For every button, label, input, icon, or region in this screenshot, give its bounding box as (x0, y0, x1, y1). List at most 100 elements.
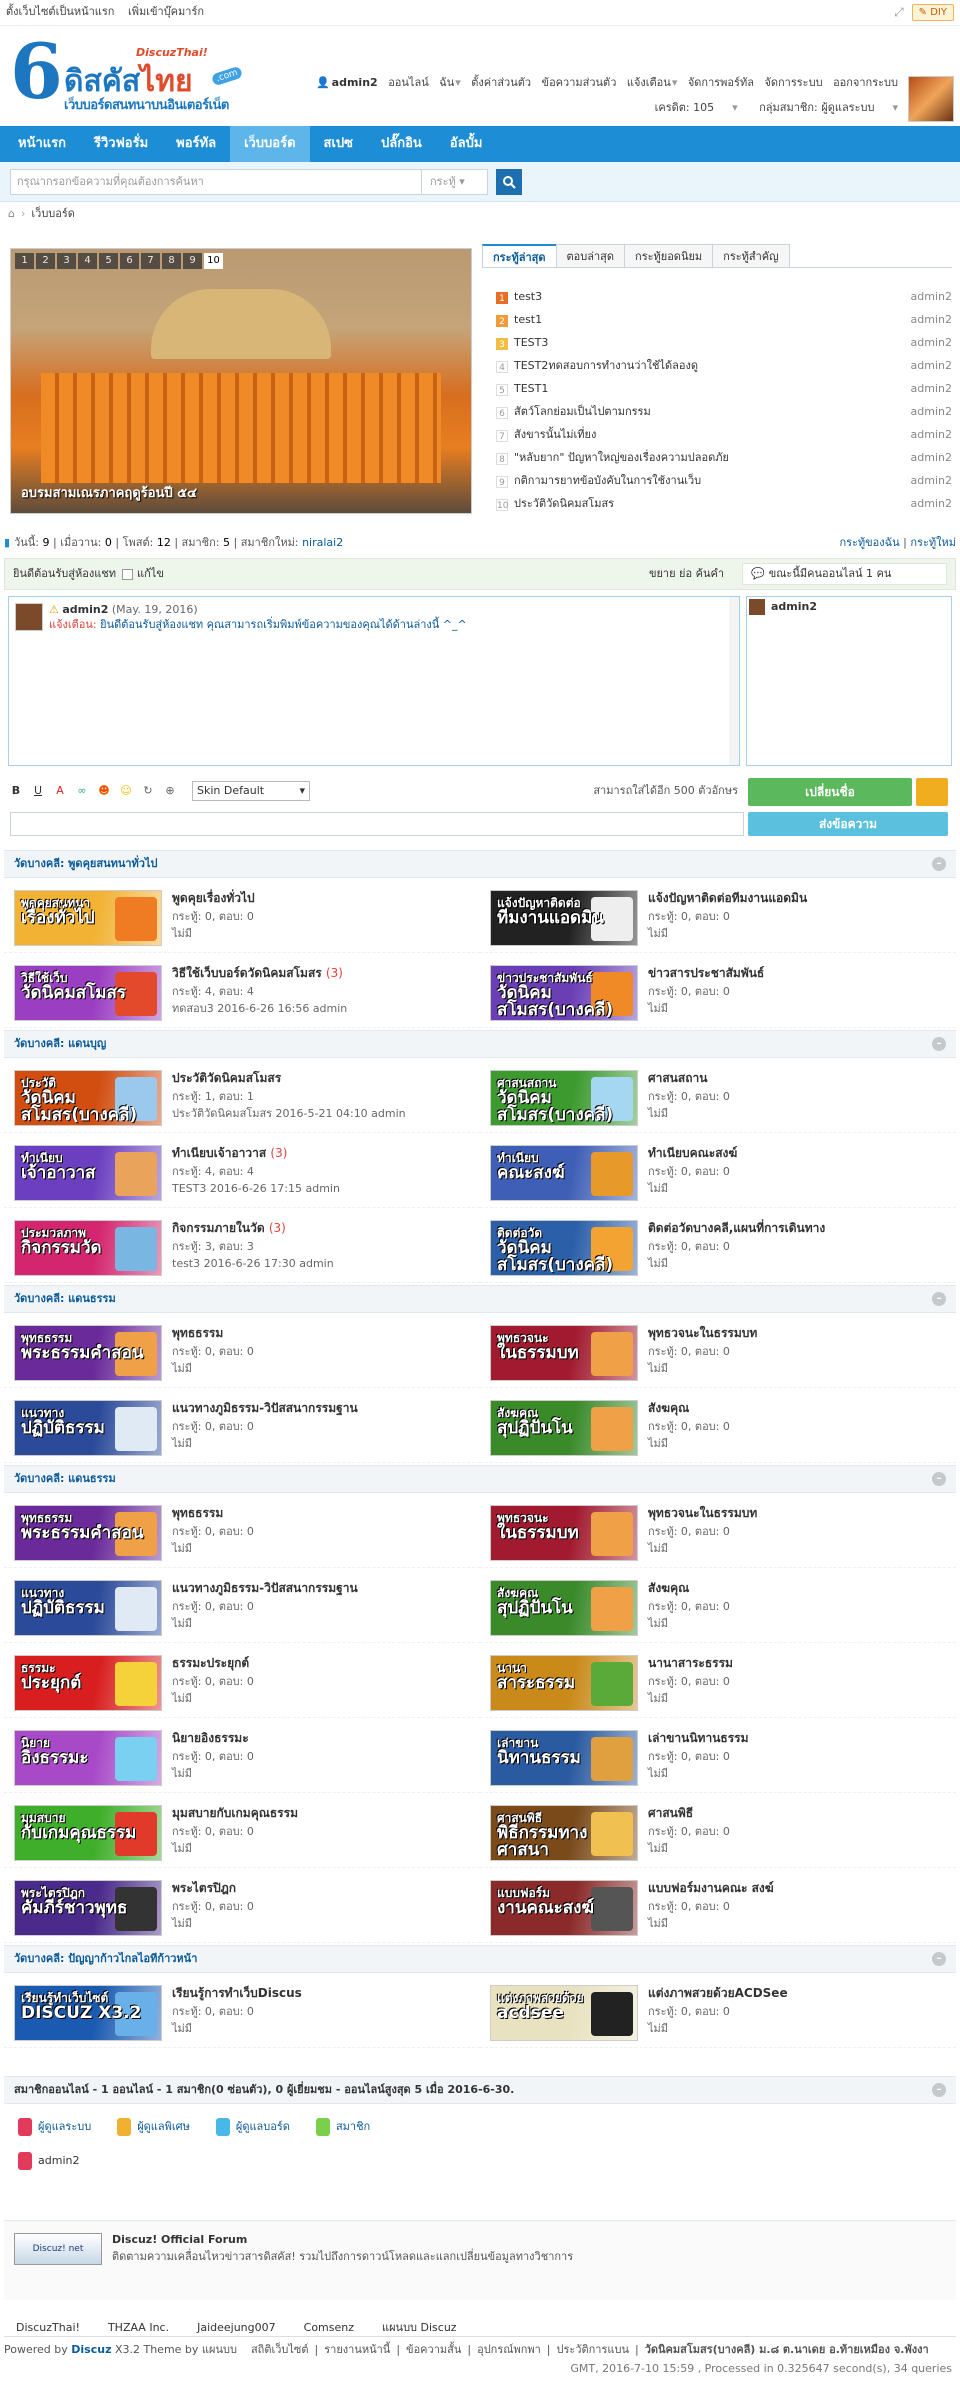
thread-title[interactable]: ประวัติวัดนิคมสโมสร (514, 497, 911, 512)
forum-name[interactable]: ศาสนพิธี (648, 1805, 948, 1821)
nav-plugin[interactable]: ปลั๊กอิน (367, 126, 436, 162)
forum-last-post[interactable]: TEST3 2016-6-26 17:15 admin (172, 1181, 472, 1198)
breadcrumb-forum[interactable]: เว็บบอร์ด (31, 207, 75, 222)
expand-icon[interactable]: ⤢ (894, 4, 904, 20)
emoji-icon[interactable]: ☺ (118, 783, 134, 799)
forum-banner[interactable]: พระไตรปิฎก คัมภีร์ชาวพุทธ (14, 1880, 162, 1936)
forum-banner[interactable]: นิยาย อิงธรรมะ (14, 1730, 162, 1786)
slide-page[interactable]: 1 (15, 253, 34, 269)
collapse-icon[interactable]: – (932, 1037, 946, 1051)
friend-link[interactable]: แผนบบ Discuz (382, 2321, 457, 2336)
thread-author[interactable]: admin2 (911, 313, 952, 328)
forum-last-post[interactable]: ทดสอบ3 2016-6-26 16:56 admin (172, 1001, 472, 1018)
gear-icon[interactable] (916, 778, 948, 806)
collapse-icon[interactable]: – (932, 1292, 946, 1306)
forum-banner[interactable]: พูดคุยสนทนา เรื่องทั่วไป (14, 890, 162, 946)
search-input[interactable]: กรุณากรอกข้อความที่คุณต้องการค้นหา (10, 168, 422, 195)
chat-resize-links[interactable]: ขยาย ย่อ ค้นคำ (649, 567, 724, 582)
forum-banner[interactable]: พุทธวจนะ ในธรรมบท (490, 1505, 638, 1561)
forum-banner[interactable]: ทำเนียบ คณะสงฆ์ (490, 1145, 638, 1201)
thread-row[interactable]: 9 กติกามารยาทข้อบังคับในการใช้งานเว็บ admi… (496, 470, 952, 493)
category-title[interactable]: วัดบางคลี: แดนธรรม (14, 1472, 116, 1487)
category-title[interactable]: วัดบางคลี: แดนบุญ (14, 1037, 106, 1052)
forum-name[interactable]: นานาสาระธรรม (648, 1655, 948, 1671)
forum-name[interactable]: พูดคุยเรื่องทั่วไป (172, 890, 472, 906)
slide-page[interactable]: 4 (78, 253, 97, 269)
friend-link[interactable]: Comsenz (304, 2321, 354, 2336)
thread-row[interactable]: 5 TEST1 admin2 (496, 378, 952, 401)
forum-name[interactable]: มุมสบายกับเกมคุณธรรม (172, 1805, 472, 1821)
chat-edit-checkbox[interactable] (122, 568, 134, 580)
skin-select[interactable]: Skin Default ▾ (192, 781, 310, 801)
thread-author[interactable]: admin2 (911, 336, 952, 351)
forum-banner[interactable]: มุมสบาย กับเกมคุณธรรม (14, 1805, 162, 1861)
thread-row[interactable]: 2 test1 admin2 (496, 309, 952, 332)
category-title[interactable]: วัดบางคลี: แดนธรรม (14, 1292, 116, 1307)
thread-title[interactable]: TEST1 (514, 382, 911, 397)
nav-portal[interactable]: พอร์ทัล (162, 126, 230, 162)
thread-row[interactable]: 1 test3 admin2 (496, 286, 952, 309)
slide-caption[interactable]: อบรมสามเณรภาคฤดูร้อนปี ๕๔ (21, 485, 197, 503)
forum-last-post[interactable]: ประวัติวัดนิคมสโมสร 2016-5-21 04:10 admi… (172, 1106, 472, 1123)
set-home-link[interactable]: ตั้งเว็บไซต์เป็นหน้าแรก (6, 5, 114, 18)
forum-banner[interactable]: นานา สาระธรรม (490, 1655, 638, 1711)
online-user[interactable]: admin2 (747, 597, 951, 617)
search-button[interactable] (496, 168, 522, 195)
thread-row[interactable]: 4 TEST2ทดสอบการทำงานว่าใช้ได้ลองดู admin2 (496, 355, 952, 378)
thread-title[interactable]: สัตว์โลกย่อมเป็นไปตามกรรม (514, 405, 911, 420)
forum-name[interactable]: พุทธวจนะในธรรมบท (648, 1325, 948, 1341)
forum-banner[interactable]: ทำเนียบ เจ้าอาวาส (14, 1145, 162, 1201)
thread-title[interactable]: สังขารนั้นไม่เที่ยง (514, 428, 911, 443)
chat-msg-user[interactable]: admin2 (62, 603, 108, 616)
link-icon[interactable]: ∞ (74, 783, 90, 799)
forum-banner[interactable]: เรียนรู้ทำเว็บไซต์ DISCUZ X3.2 (14, 1985, 162, 2041)
slide-page-active[interactable]: 10 (204, 253, 223, 269)
nav-album[interactable]: อัลบั้ม (436, 126, 497, 162)
slide-page[interactable]: 7 (141, 253, 160, 269)
forum-banner[interactable]: แต่งภาพสวยด้วย acdsee (490, 1985, 638, 2041)
menu-logout[interactable]: ออกจากระบบ (833, 76, 898, 89)
nav-review[interactable]: รีวิวฟอรั่ม (80, 126, 162, 162)
friend-link[interactable]: DiscuzThai! (16, 2321, 80, 2336)
collapse-icon[interactable]: – (932, 1472, 946, 1486)
forum-name[interactable]: สังฆคุณ (648, 1400, 948, 1416)
forum-name[interactable]: กิจกรรมภายในวัด (3) (172, 1220, 472, 1236)
forum-banner[interactable]: พุทธธรรม พระธรรมคำสอน (14, 1325, 162, 1381)
discuz-link[interactable]: Discuz (71, 2343, 111, 2358)
menu-portal-admin[interactable]: จัดการพอร์ทัล (688, 76, 754, 89)
forum-banner[interactable]: แบบฟอร์ม งานคณะสงฆ์ (490, 1880, 638, 1936)
footer-org[interactable]: วัดนิคมสโมสร(บางคลี) ม.๘ ต.นาเดย อ.ท้ายเ… (645, 2343, 929, 2358)
forum-name[interactable]: แจ้งปัญหาติดต่อทีมงานแอดมิน (648, 890, 948, 906)
forum-banner[interactable]: ประมวลภาพ กิจกรรมวัด (14, 1220, 162, 1276)
forum-name[interactable]: วิธีใช้เว็บบอร์ดวัดนิคมสโมสร (3) (172, 965, 472, 981)
thread-row[interactable]: 3 TEST3 admin2 (496, 332, 952, 355)
new-threads-link[interactable]: กระทู้ใหม่ (910, 536, 956, 551)
tab-latest[interactable]: กระทู้ล่าสุด (482, 244, 557, 267)
forum-banner[interactable]: ติดต่อวัด วัดนิคมสโมสร(บางคลี) (490, 1220, 638, 1276)
forum-name[interactable]: ทำเนียบคณะสงฆ์ (648, 1145, 948, 1161)
thread-author[interactable]: admin2 (911, 405, 952, 420)
collapse-icon[interactable]: – (932, 2083, 946, 2097)
bookmark-link[interactable]: เพิ่มเข้าบุ๊คมาร์ก (128, 5, 204, 18)
footer-link[interactable]: ข้อความสั้น (406, 2343, 461, 2358)
forum-banner[interactable]: วิธีใช้เว็บ วัดนิคมสโมสร (14, 965, 162, 1021)
thread-author[interactable]: admin2 (911, 382, 952, 397)
chat-scrollbar[interactable] (729, 597, 739, 765)
footer-link[interactable]: อุปกรณ์พกพา (477, 2343, 541, 2358)
username[interactable]: admin2 (332, 76, 378, 89)
search-scope-select[interactable]: กระทู้ ▾ (422, 168, 488, 195)
thread-title[interactable]: test1 (514, 313, 911, 328)
footer-link[interactable]: สถิติเว็บไซต์ (251, 2343, 309, 2358)
category-title[interactable]: วัดบางคลี: พูดคุยสนทนาทั่วไป (14, 857, 158, 872)
slide-page[interactable]: 8 (162, 253, 181, 269)
tab-popular[interactable]: กระทู้ยอดนิยม (624, 244, 714, 267)
slide-page[interactable]: 9 (183, 253, 202, 269)
my-threads-link[interactable]: กระทู้ของฉัน (839, 536, 899, 551)
chat-input[interactable] (10, 812, 744, 836)
thread-row[interactable]: 8 "หลับยาก" ปัญหาใหญ่ของเรื่องความปลอดภัย… (496, 447, 952, 470)
forum-banner[interactable]: ศาสนพิธี พิธีกรรมทางศาสนา (490, 1805, 638, 1861)
smiley-icon[interactable]: ☻ (96, 783, 112, 799)
diy-button[interactable]: ✎ DIY (911, 3, 954, 22)
thread-title[interactable]: "หลับยาก" ปัญหาใหญ่ของเรื่องความปลอดภัย (514, 451, 911, 466)
forum-name[interactable]: แต่งภาพสวยด้วยACDSee (648, 1985, 948, 2001)
